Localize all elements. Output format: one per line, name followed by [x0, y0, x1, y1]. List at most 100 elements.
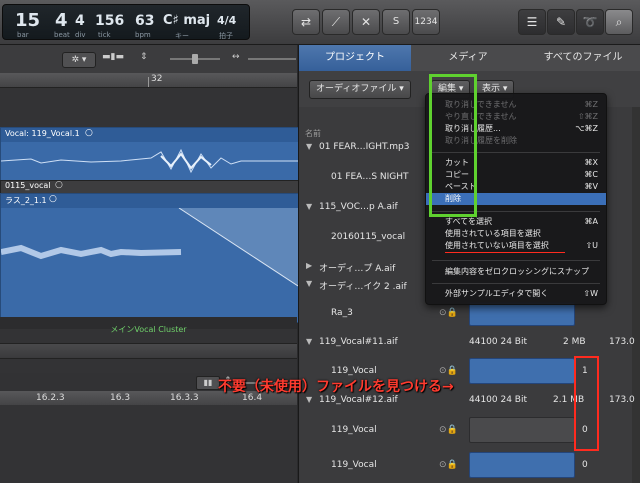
arrange-toolbar: ✲ ▾ ▬▮▬ ⇕ ↔	[0, 45, 297, 74]
scrollbar[interactable]	[632, 107, 640, 483]
lcd-tempo: 63	[135, 13, 155, 29]
bar-marker: 32	[151, 74, 163, 84]
list-editors-icon[interactable]: ☰	[518, 9, 546, 35]
track-header-strip: 0115_vocal ○	[0, 180, 299, 194]
file-value: 173.0	[609, 395, 635, 405]
disclosure-triangle[interactable]: ▼	[306, 202, 312, 211]
usage-count: 0	[582, 460, 588, 470]
timeline-tick: 16.2.3	[36, 393, 65, 403]
menu-separator	[432, 283, 600, 284]
audio-clip-thumbnail[interactable]	[469, 302, 575, 326]
file-size: 2 MB	[563, 337, 586, 347]
loop-browser-icon[interactable]: ➰	[576, 9, 604, 35]
tuner-icon[interactable]: ⟋	[322, 9, 350, 35]
gear-icon[interactable]: ✲ ▾	[62, 52, 96, 68]
file-name: 115_VOC…p A.aif	[319, 202, 398, 212]
zoom-slider-handle[interactable]	[192, 54, 198, 64]
region-header: ラス_2_1.1 ○	[1, 194, 298, 208]
lcd-key-label: キー	[175, 32, 189, 40]
control-bar: 15 bar 4 beat 4 div 156 tick 63 bpm C♯ m…	[0, 0, 640, 45]
waveform-zoom-icon[interactable]: ▬▮▬	[102, 52, 134, 66]
disclosure-triangle[interactable]: ▼	[306, 142, 312, 151]
region-name: 119_Vocal	[331, 460, 377, 470]
count-in-icon[interactable]: 1234	[412, 9, 440, 35]
audio-files-button[interactable]: オーディオファイル ▾	[309, 80, 411, 99]
file-name: オーディ…プ A.aif	[319, 264, 396, 274]
disclosure-triangle[interactable]: ▼	[306, 395, 312, 404]
bar-marker-line	[148, 77, 149, 87]
lcd-signature: 4/4	[217, 14, 237, 27]
editor-divider[interactable]	[0, 343, 297, 359]
file-name: 01 FEAR…IGHT.mp3	[319, 142, 410, 152]
browser-tabs: プロジェクト メディア すべてのファイル	[299, 45, 640, 71]
audio-clip-thumbnail[interactable]	[469, 358, 575, 384]
disclosure-triangle[interactable]: ▶	[306, 261, 312, 270]
audio-region-chorus[interactable]: ラス_2_1.1 ○	[0, 193, 299, 323]
bar-ruler[interactable]: 32	[0, 73, 297, 88]
menu-item-select-used[interactable]: 使用されている項目を選択	[426, 228, 606, 240]
region-name: 119_Vocal	[331, 366, 377, 376]
region-title: ラス_2_1.1	[5, 196, 47, 205]
column-name-header[interactable]: 名前	[305, 128, 321, 139]
menu-item-select-unused[interactable]: 使用されていない項目を選択 ⇧U	[426, 240, 606, 252]
annotation-text: 不要（未使用）ファイルを見つける→	[218, 379, 454, 395]
region-name: 20160115_vocal	[331, 232, 406, 242]
lock-icon: ⊙🔒	[439, 460, 458, 470]
lcd-bar-label: bar	[17, 31, 29, 39]
tab-project[interactable]: プロジェクト	[299, 45, 411, 71]
lcd-tempo-label: bpm	[135, 31, 151, 39]
file-name: 119_Vocal#12.aif	[319, 395, 398, 405]
green-highlight-box	[429, 74, 477, 217]
red-highlight-box	[574, 356, 599, 451]
audio-clip-thumbnail[interactable]	[469, 417, 575, 443]
disclosure-triangle[interactable]: ▼	[306, 337, 312, 346]
menu-item-snap-zero-crossing[interactable]: 編集内容をゼロクロッシングにスナップ	[426, 266, 606, 278]
region-header: Vocal: 119_Vocal.1 ○	[1, 128, 298, 142]
cluster-bar: メインVocal Cluster	[0, 317, 297, 334]
region-title: Vocal: 119_Vocal.1	[5, 129, 80, 138]
loop-circle-icon: ○	[49, 194, 57, 204]
waveform-zoom-icon[interactable]: ▮▮	[196, 376, 220, 390]
tab-all-files[interactable]: すべてのファイル	[525, 45, 640, 71]
lock-icon: ⊙🔒	[439, 425, 458, 435]
audio-region-vocal[interactable]: Vocal: 119_Vocal.1 ○	[0, 127, 299, 181]
menu-item-external-editor[interactable]: 外部サンプルエディタで開く ⇧W	[426, 288, 606, 300]
horizontal-zoom-slider[interactable]	[248, 58, 296, 60]
lock-icon: ⊙🔒	[439, 366, 458, 376]
lcd-tick-label: tick	[98, 31, 111, 39]
metronome-icon[interactable]: S	[382, 9, 410, 35]
red-underline	[445, 252, 565, 253]
lcd-bar: 15	[15, 10, 41, 31]
file-value: 173.0	[609, 337, 635, 347]
browser-icon[interactable]: ⌕	[605, 9, 633, 35]
loop-circle-icon: ○	[55, 180, 63, 190]
lcd-div: 4	[75, 13, 85, 29]
notepad-icon[interactable]: ✎	[547, 9, 575, 35]
lcd-display[interactable]: 15 bar 4 beat 4 div 156 tick 63 bpm C♯ m…	[2, 4, 250, 40]
solo-icon[interactable]: ✕	[352, 9, 380, 35]
audio-clip-thumbnail[interactable]	[469, 452, 575, 478]
waveform	[1, 208, 298, 287]
arrange-area: ✲ ▾ ▬▮▬ ⇕ ↔ 32 Vocal: 119_Vocal.1 ○ 0115…	[0, 45, 299, 483]
cycle-icon[interactable]: ⇄	[292, 9, 320, 35]
tab-media[interactable]: メディア	[413, 45, 523, 71]
menu-item-select-all[interactable]: すべてを選択 ⌘A	[426, 216, 606, 228]
horizontal-zoom-icon[interactable]: ↔	[232, 52, 240, 62]
file-format: 44100 24 Bit	[469, 337, 528, 347]
lcd-beat-label: beat	[54, 31, 70, 39]
vertical-zoom-icon[interactable]: ⇕	[140, 52, 154, 66]
file-name: 119_Vocal#11.aif	[319, 337, 398, 347]
cluster-label: メインVocal Cluster	[110, 325, 187, 334]
region-name: 01 FEA…S NIGHT	[331, 172, 409, 182]
timeline-tick: 16.3	[110, 393, 131, 403]
disclosure-triangle[interactable]: ▼	[306, 279, 312, 288]
lcd-key: C♯ maj	[163, 13, 211, 28]
lcd-tick: 156	[95, 13, 125, 29]
lcd-div-label: div	[75, 31, 86, 39]
lcd-beat: 4	[55, 10, 68, 31]
lock-icon: ⊙🔒	[439, 308, 458, 318]
file-format: 44100 24 Bit	[469, 395, 528, 405]
loop-circle-icon: ○	[85, 128, 93, 138]
region-name: Ra_3	[331, 308, 353, 318]
menu-separator	[432, 260, 600, 261]
